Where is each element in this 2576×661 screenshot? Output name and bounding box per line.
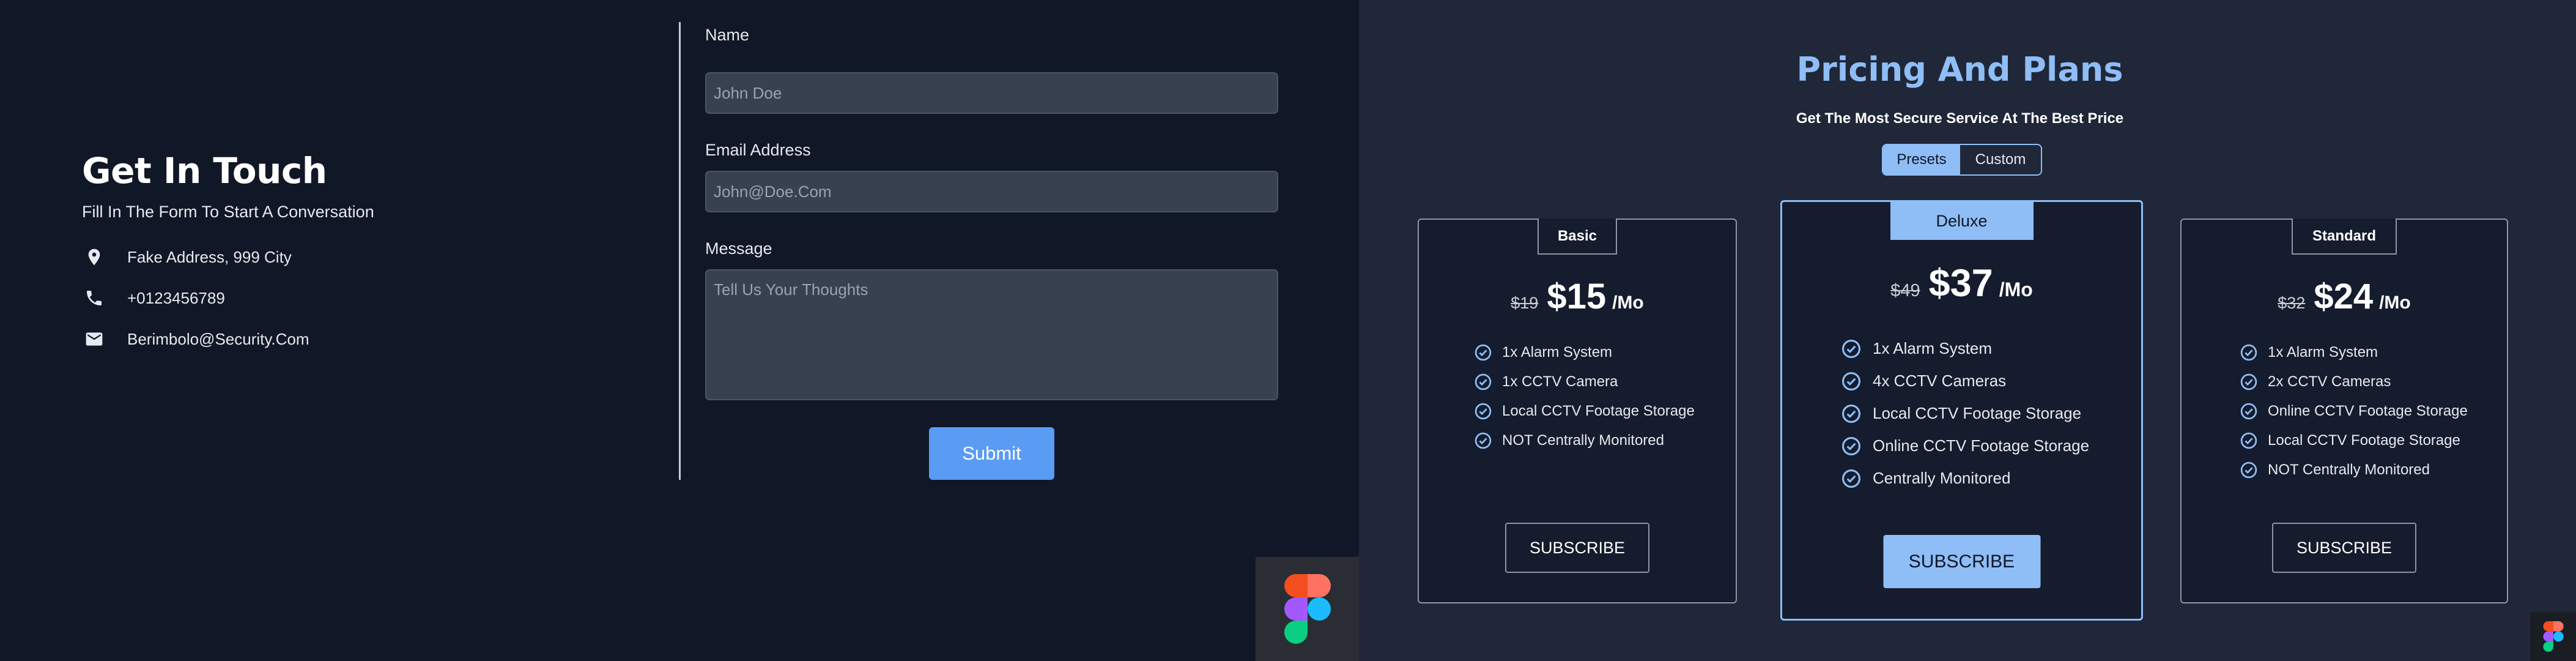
check-circle-icon bbox=[1474, 431, 1492, 450]
feature-item: Local CCTV Footage Storage bbox=[1841, 397, 2089, 430]
feature-text: 1x Alarm System bbox=[2268, 344, 2378, 360]
old-price: $19 bbox=[1511, 294, 1539, 312]
feature-list: 1x Alarm System 4x CCTV Cameras Local CC… bbox=[1841, 332, 2089, 495]
contact-info: Get In Touch Fill In The Form To Start A… bbox=[82, 150, 632, 348]
feature-text: Local CCTV Footage Storage bbox=[1873, 404, 2082, 422]
name-input[interactable] bbox=[705, 72, 1278, 114]
check-circle-icon bbox=[1474, 402, 1492, 420]
current-price: $15 bbox=[1547, 277, 1607, 316]
current-price: $24 bbox=[2314, 277, 2374, 316]
contact-email-row: Berimbolo@Security.Com bbox=[82, 327, 309, 351]
check-circle-icon bbox=[1841, 436, 1862, 457]
feature-text: Online CCTV Footage Storage bbox=[1873, 436, 2090, 455]
price-row: $49 $37 /Mo bbox=[1782, 261, 2141, 305]
figma-logo-icon bbox=[2530, 612, 2576, 661]
check-circle-icon bbox=[1474, 343, 1492, 362]
old-price: $32 bbox=[2278, 294, 2306, 312]
feature-text: Centrally Monitored bbox=[1873, 469, 2011, 487]
price-row: $32 $24 /Mo bbox=[2182, 276, 2507, 317]
feature-text: Online CCTV Footage Storage bbox=[2268, 403, 2468, 419]
plan-name: Standard bbox=[2292, 218, 2397, 255]
feature-text: NOT Centrally Monitored bbox=[2268, 461, 2430, 478]
price-row: $19 $15 /Mo bbox=[1419, 276, 1736, 317]
plan-name: Deluxe bbox=[1890, 202, 2034, 240]
price-period: /Mo bbox=[1612, 293, 1644, 313]
feature-item: 1x Alarm System bbox=[2240, 338, 2468, 367]
toggle-presets[interactable]: Presets bbox=[1883, 145, 1960, 174]
contact-phone-row: +0123456789 bbox=[82, 286, 225, 310]
plan-card-basic: Basic $19 $15 /Mo 1x Alarm System 1x CCT… bbox=[1418, 218, 1737, 603]
subscribe-button[interactable]: SUBSCRIBE bbox=[2272, 523, 2416, 573]
current-price: $37 bbox=[1928, 262, 1993, 305]
phone-icon bbox=[82, 286, 106, 310]
email-input[interactable] bbox=[705, 171, 1278, 212]
feature-text: Local CCTV Footage Storage bbox=[1502, 403, 1695, 419]
feature-list: 1x Alarm System 1x CCTV Camera Local CCT… bbox=[1474, 338, 1695, 455]
feature-text: 2x CCTV Cameras bbox=[2268, 373, 2391, 390]
check-circle-icon bbox=[1841, 468, 1862, 489]
check-circle-icon bbox=[1474, 373, 1492, 391]
check-circle-icon bbox=[1841, 338, 1862, 359]
feature-list: 1x Alarm System 2x CCTV Cameras Online C… bbox=[2240, 338, 2468, 485]
feature-text: 1x Alarm System bbox=[1502, 344, 1613, 360]
plan-card-deluxe: Deluxe $49 $37 /Mo 1x Alarm System 4x CC… bbox=[1780, 200, 2143, 621]
check-circle-icon bbox=[2240, 402, 2258, 420]
name-label: Name bbox=[705, 26, 750, 44]
contact-email: Berimbolo@Security.Com bbox=[127, 329, 309, 348]
feature-text: 1x CCTV Camera bbox=[1502, 373, 1618, 390]
contact-phone: +0123456789 bbox=[127, 288, 225, 307]
map-pin-icon bbox=[82, 245, 106, 269]
check-circle-icon bbox=[2240, 461, 2258, 479]
feature-text: 4x CCTV Cameras bbox=[1873, 372, 2007, 390]
feature-item: NOT Centrally Monitored bbox=[1474, 426, 1695, 455]
feature-text: 1x Alarm System bbox=[1873, 339, 1993, 357]
feature-item: Online CCTV Footage Storage bbox=[2240, 397, 2468, 426]
feature-item: 1x CCTV Camera bbox=[1474, 367, 1695, 397]
feature-item: Local CCTV Footage Storage bbox=[1474, 397, 1695, 426]
subscribe-button[interactable]: SUBSCRIBE bbox=[1505, 523, 1649, 573]
contact-address: Fake Address, 999 City bbox=[127, 247, 292, 266]
check-circle-icon bbox=[2240, 343, 2258, 362]
contact-subtitle: Fill In The Form To Start A Conversation bbox=[82, 203, 374, 221]
pricing-title: Pricing And Plans bbox=[1796, 50, 2123, 89]
feature-item: Local CCTV Footage Storage bbox=[2240, 426, 2468, 455]
price-period: /Mo bbox=[2379, 293, 2411, 313]
contact-address-row: Fake Address, 999 City bbox=[82, 245, 292, 269]
mail-icon bbox=[82, 327, 106, 351]
feature-item: NOT Centrally Monitored bbox=[2240, 455, 2468, 485]
check-circle-icon bbox=[1841, 371, 1862, 392]
contact-title: Get In Touch bbox=[82, 150, 327, 192]
feature-text: Local CCTV Footage Storage bbox=[2268, 432, 2460, 449]
feature-item: 2x CCTV Cameras bbox=[2240, 367, 2468, 397]
subscribe-button[interactable]: SUBSCRIBE bbox=[1883, 535, 2040, 588]
vertical-divider bbox=[679, 22, 681, 480]
message-label: Message bbox=[705, 239, 772, 258]
toggle-custom[interactable]: Custom bbox=[1960, 145, 2041, 174]
message-textarea[interactable] bbox=[705, 269, 1278, 400]
pricing-section: Pricing And Plans Get The Most Secure Se… bbox=[1359, 0, 2576, 661]
feature-item: 1x Alarm System bbox=[1474, 338, 1695, 367]
check-circle-icon bbox=[2240, 373, 2258, 391]
check-circle-icon bbox=[2240, 431, 2258, 450]
feature-item: 1x Alarm System bbox=[1841, 332, 2089, 365]
submit-button[interactable]: Submit bbox=[929, 427, 1054, 480]
plan-name: Basic bbox=[1538, 218, 1617, 255]
plan-type-toggle: Presets Custom bbox=[1882, 144, 2042, 176]
feature-item: 4x CCTV Cameras bbox=[1841, 365, 2089, 397]
figma-logo-icon bbox=[1256, 557, 1359, 661]
feature-item: Centrally Monitored bbox=[1841, 462, 2089, 495]
pricing-subtitle: Get The Most Secure Service At The Best … bbox=[1796, 110, 2124, 127]
email-label: Email Address bbox=[705, 141, 811, 159]
contact-section: Get In Touch Fill In The Form To Start A… bbox=[0, 0, 1359, 661]
check-circle-icon bbox=[1841, 403, 1862, 424]
old-price: $49 bbox=[1890, 281, 1920, 301]
feature-text: NOT Centrally Monitored bbox=[1502, 432, 1664, 449]
price-period: /Mo bbox=[1999, 278, 2033, 301]
plan-card-standard: Standard $32 $24 /Mo 1x Alarm System 2x … bbox=[2180, 218, 2508, 603]
feature-item: Online CCTV Footage Storage bbox=[1841, 430, 2089, 462]
